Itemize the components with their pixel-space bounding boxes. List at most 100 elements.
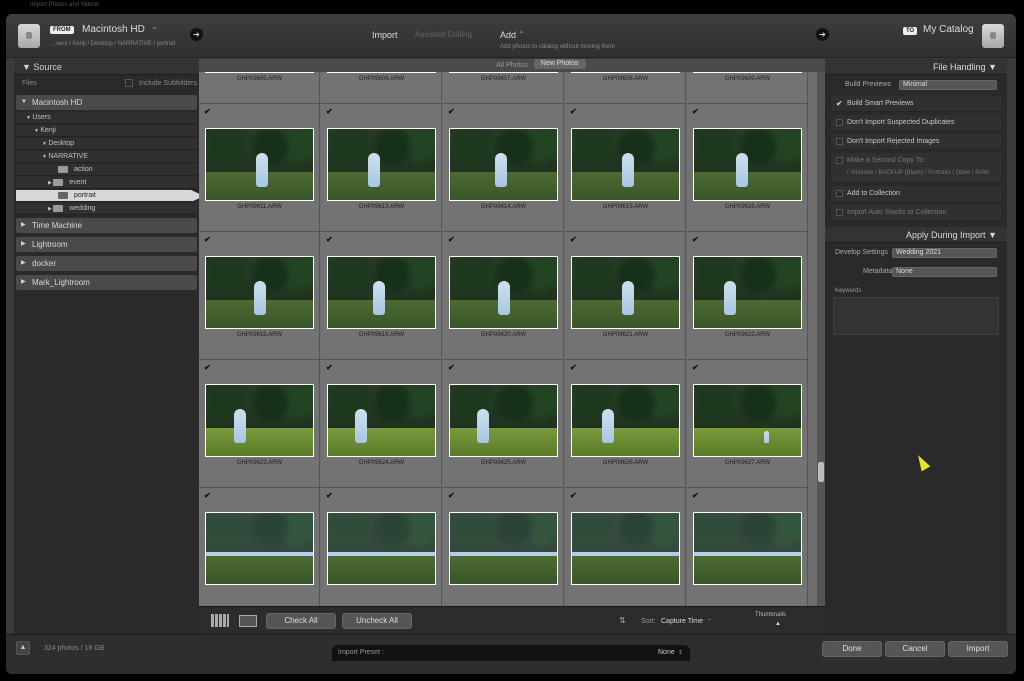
photo-preview[interactable] <box>693 72 802 73</box>
add-dropdown-icon[interactable]: ⌃ <box>518 30 525 39</box>
include-checkbox[interactable]: ✔ <box>448 492 456 500</box>
photo-thumbnail-cell[interactable]: ✔GHP09609.ARW <box>687 72 808 104</box>
sort-dropdown-icon[interactable]: ⌃ <box>707 618 712 625</box>
checkbox[interactable] <box>836 209 843 216</box>
volume-time-machine[interactable]: ▶ Time Machine <box>16 218 197 233</box>
photo-thumbnail-cell[interactable]: ✔ GHP09611.ARW <box>199 104 320 232</box>
include-checkbox[interactable]: ✔ <box>692 364 700 372</box>
photo-thumbnail-cell[interactable]: ✔ <box>565 488 686 616</box>
photo-thumbnail-cell[interactable]: ✔ GHP09627.ARW <box>687 360 808 488</box>
volume-docker[interactable]: ▶ docker <box>16 256 197 271</box>
photo-preview[interactable] <box>327 72 436 73</box>
photo-thumbnail-cell[interactable]: ✔ <box>443 488 564 616</box>
checkmark-icon[interactable]: ✔ <box>836 100 843 108</box>
photo-preview[interactable] <box>571 512 680 585</box>
scrollbar-thumb[interactable] <box>818 462 824 482</box>
photo-thumbnail-cell[interactable]: ✔ GHP09622.ARW <box>687 232 808 360</box>
include-checkbox[interactable]: ✔ <box>570 364 578 372</box>
photo-preview[interactable] <box>327 512 436 585</box>
include-checkbox[interactable]: ✔ <box>570 492 578 500</box>
photo-preview[interactable] <box>449 256 558 329</box>
checkbox[interactable] <box>836 119 843 126</box>
folder-portrait-selected[interactable]: portrait <box>16 190 204 202</box>
volume-lightroom[interactable]: ▶ Lightroom <box>16 237 197 252</box>
thumbnail-size-slider[interactable]: ▲ <box>775 621 781 627</box>
photo-thumbnail-cell[interactable]: ✔ GHP09626.ARW <box>565 360 686 488</box>
folder-event[interactable]: ▶ event <box>16 177 197 189</box>
photo-preview[interactable] <box>327 384 436 457</box>
import-button[interactable]: Import <box>948 641 1008 657</box>
folder-kenji[interactable]: ▼ Kenji <box>16 125 197 137</box>
file-handling-header[interactable]: File Handling ▼ <box>825 59 1007 75</box>
source-name[interactable]: Macintosh HD <box>82 24 145 35</box>
photo-preview[interactable] <box>571 72 680 73</box>
include-checkbox[interactable]: ✔ <box>204 492 212 500</box>
mode-import[interactable]: Import <box>372 30 398 40</box>
mode-assisted-culling[interactable]: Assisted Culling <box>415 30 472 39</box>
include-checkbox[interactable]: ✔ <box>326 236 334 244</box>
folder-narrative[interactable]: ▼ NARRATIVE <box>16 151 197 163</box>
photo-preview[interactable] <box>571 256 680 329</box>
photo-preview[interactable] <box>205 384 314 457</box>
option-dont-import-rejected[interactable]: Don't Import Rejected Images <box>831 134 1001 150</box>
photo-thumbnail-cell[interactable]: ✔ GHP09619.ARW <box>321 232 442 360</box>
folder-desktop[interactable]: ▼ Desktop <box>16 138 197 150</box>
photo-preview[interactable] <box>449 128 558 201</box>
check-all-button[interactable]: Check All <box>266 613 336 629</box>
cancel-button[interactable]: Cancel <box>885 641 945 657</box>
option-dont-import-duplicates[interactable]: Don't Import Suspected Duplicates <box>831 115 1001 131</box>
photo-thumbnail-cell[interactable]: ✔ GHP09623.ARW <box>199 360 320 488</box>
photo-thumbnail-cell[interactable]: ✔GHP09608.ARW <box>565 72 686 104</box>
photo-preview[interactable] <box>571 128 680 201</box>
photo-thumbnail-cell[interactable]: ✔ GHP09618.ARW <box>199 232 320 360</box>
checkbox[interactable] <box>836 157 843 164</box>
include-checkbox[interactable]: ✔ <box>326 364 334 372</box>
folder-users[interactable]: ▼ Users <box>16 112 197 124</box>
option-add-to-collection[interactable]: Add to Collection <box>831 186 1001 202</box>
source-panel-header[interactable]: ▼ Source <box>14 59 199 75</box>
photo-thumbnail-cell[interactable]: ✔ <box>687 488 808 616</box>
keywords-input[interactable] <box>833 297 999 335</box>
include-checkbox[interactable]: ✔ <box>448 236 456 244</box>
photo-thumbnail-cell[interactable]: ✔ <box>199 488 320 616</box>
photo-preview[interactable] <box>205 128 314 201</box>
tab-new-photos[interactable]: New Photos <box>533 59 586 69</box>
photo-preview[interactable] <box>449 384 558 457</box>
include-checkbox[interactable]: ✔ <box>204 364 212 372</box>
sort-order-icon[interactable]: ⇅ <box>619 616 626 625</box>
include-checkbox[interactable]: ✔ <box>692 236 700 244</box>
checkbox[interactable] <box>836 190 843 197</box>
photo-thumbnail-cell[interactable]: ✔GHP09607.ARW <box>443 72 564 104</box>
photo-preview[interactable] <box>693 256 802 329</box>
tab-all-photos[interactable]: All Photos <box>490 62 534 69</box>
photo-thumbnail-cell[interactable]: ✔GHP09606.ARW <box>321 72 442 104</box>
build-previews-select[interactable]: Minimal <box>899 80 997 90</box>
photo-thumbnail-cell[interactable]: ✔ GHP09624.ARW <box>321 360 442 488</box>
folder-wedding[interactable]: ▶ wedding <box>16 203 197 215</box>
include-checkbox[interactable]: ✔ <box>204 236 212 244</box>
photo-preview[interactable] <box>571 384 680 457</box>
volume-macintosh-hd[interactable]: ▼ Macintosh HD <box>16 95 197 110</box>
sort-select[interactable]: Capture Time <box>661 618 703 625</box>
photo-thumbnail-cell[interactable]: ✔ GHP09621.ARW <box>565 232 686 360</box>
photo-preview[interactable] <box>327 128 436 201</box>
preset-dropdown-icon[interactable]: ⇕ <box>678 645 683 661</box>
include-checkbox[interactable]: ✔ <box>204 108 212 116</box>
mode-add[interactable]: Add <box>500 30 516 40</box>
photo-preview[interactable] <box>205 72 314 73</box>
import-preset-select[interactable]: None <box>658 645 675 661</box>
option-auto-stacks[interactable]: Import Auto Stacks to Collection <box>831 205 1001 221</box>
include-checkbox[interactable]: ✔ <box>448 108 456 116</box>
photo-preview[interactable] <box>693 384 802 457</box>
include-checkbox[interactable]: ✔ <box>326 492 334 500</box>
folder-action[interactable]: action <box>16 164 197 176</box>
grid-view-icon[interactable] <box>211 614 229 627</box>
include-subfolders-checkbox[interactable] <box>125 79 133 87</box>
photo-thumbnail-cell[interactable]: ✔GHP09605.ARW <box>199 72 320 104</box>
photo-preview[interactable] <box>205 512 314 585</box>
uncheck-all-button[interactable]: Uncheck All <box>342 613 412 629</box>
source-disk-icon[interactable] <box>18 24 40 48</box>
photo-preview[interactable] <box>327 256 436 329</box>
checkbox[interactable] <box>836 138 843 145</box>
option-second-copy[interactable]: Make a Second Copy To : / Volumes / BACK… <box>831 153 1001 183</box>
